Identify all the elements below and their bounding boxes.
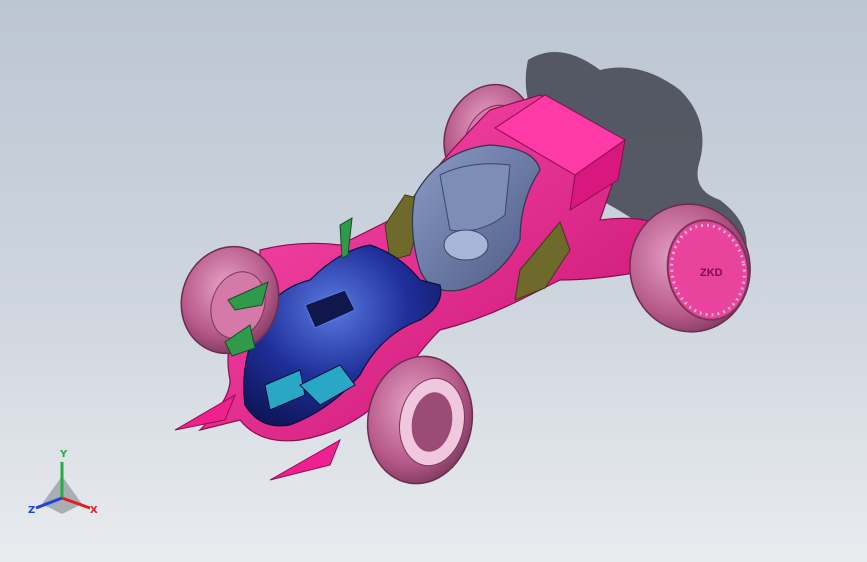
wheel-badge: ZKD [700, 267, 723, 279]
triad-y-label: Y [60, 449, 68, 460]
view-orientation-triad: X Y Z [24, 448, 104, 524]
front-spike-bottom [269, 438, 341, 481]
graphics-viewport[interactable]: ZKD X Y Z [0, 0, 867, 562]
go-kart-3d-model[interactable]: ZKD [0, 0, 867, 562]
triad-z-label: Z [28, 505, 36, 516]
triad-x-label: X [90, 505, 98, 516]
